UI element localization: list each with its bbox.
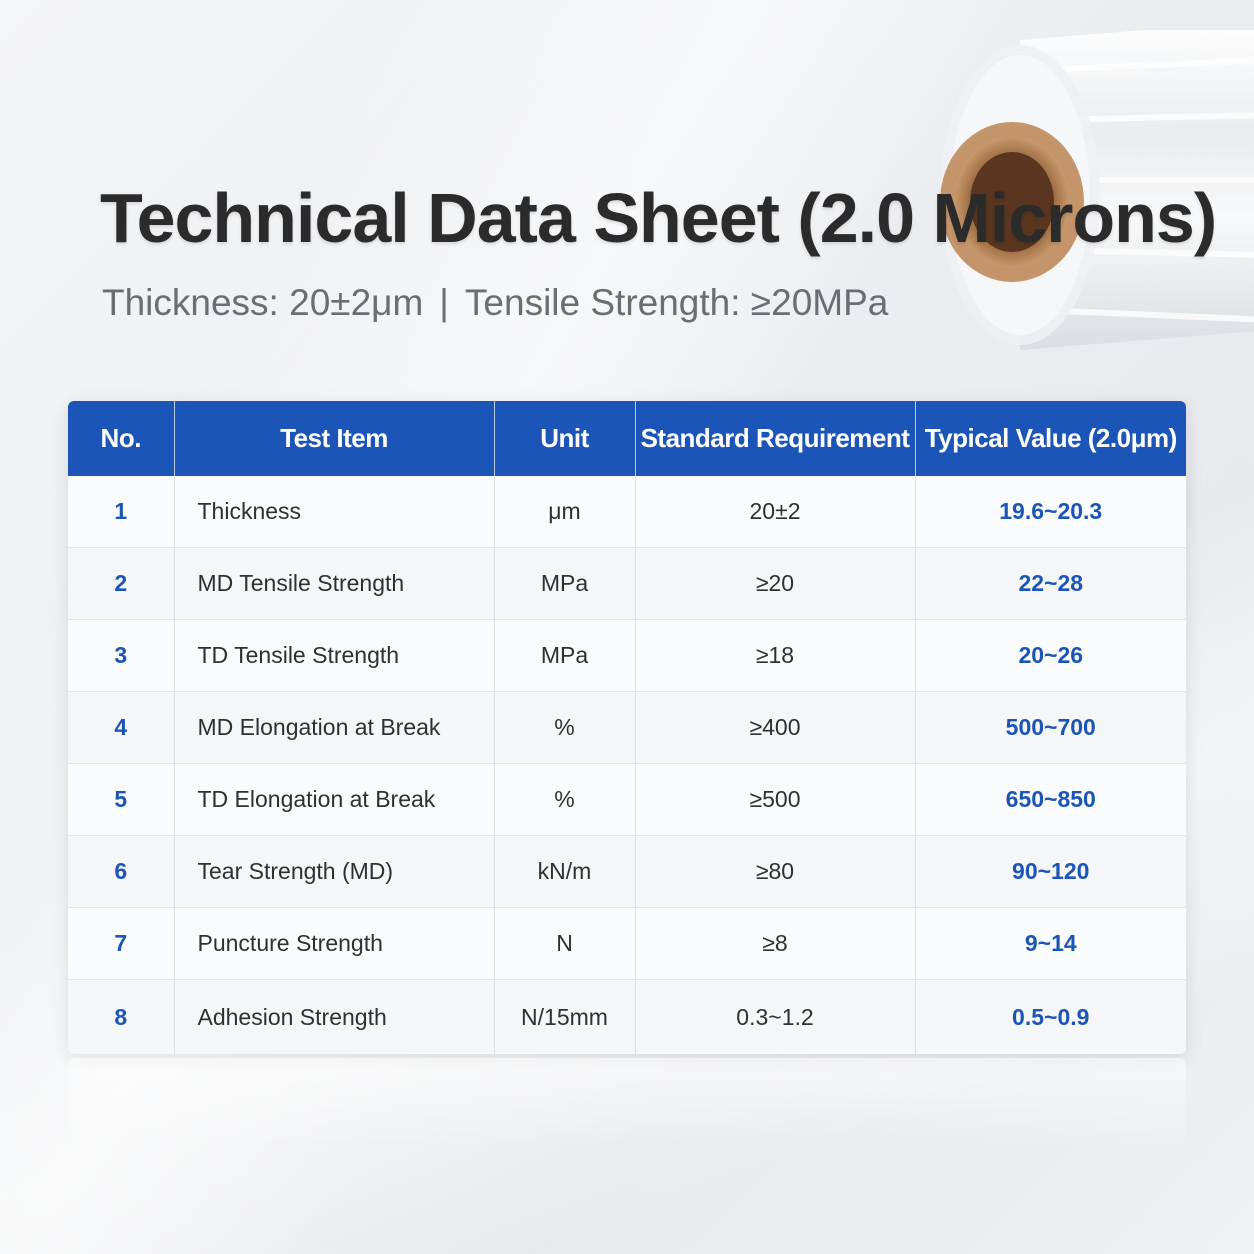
header-standard-requirement: Standard Requirement [635, 401, 916, 476]
cell-test-item: Adhesion Strength [174, 979, 495, 1054]
cell-standard: ≥80 [635, 835, 916, 908]
cell-test-item: TD Elongation at Break [174, 763, 495, 836]
cell-no: 1 [68, 476, 175, 548]
data-table: No. Test Item Unit Standard Requirement … [68, 401, 1186, 1054]
cell-standard: ≥20 [635, 547, 916, 620]
cell-test-item: Thickness [174, 476, 495, 548]
header-typical-value: Typical Value (2.0μm) [915, 401, 1186, 476]
cell-typical: 650~850 [915, 763, 1186, 836]
cell-typical: 19.6~20.3 [915, 476, 1186, 548]
header-test-item: Test Item [174, 401, 495, 476]
table-row: 1 Thickness μm 20±2 19.6~20.3 [68, 476, 1186, 548]
cell-typical: 500~700 [915, 691, 1186, 764]
page-title: Technical Data Sheet (2.0 Microns) [100, 179, 1217, 257]
cell-standard: ≥8 [635, 907, 916, 980]
cell-typical: 0.5~0.9 [915, 979, 1186, 1054]
cell-standard: ≥500 [635, 763, 916, 836]
table-row: 2 MD Tensile Strength MPa ≥20 22~28 [68, 547, 1186, 620]
cell-unit: % [494, 763, 636, 836]
cell-no: 8 [68, 979, 175, 1054]
cell-typical: 9~14 [915, 907, 1186, 980]
cell-unit: MPa [494, 619, 636, 692]
cell-no: 6 [68, 835, 175, 908]
cell-test-item: TD Tensile Strength [174, 619, 495, 692]
cell-unit: MPa [494, 547, 636, 620]
cell-unit: μm [494, 476, 636, 548]
header-unit: Unit [494, 401, 636, 476]
cell-typical: 20~26 [915, 619, 1186, 692]
cell-typical: 90~120 [915, 835, 1186, 908]
subtitle-thickness: Thickness: 20±2μm [102, 282, 424, 323]
cell-test-item: Puncture Strength [174, 907, 495, 980]
cell-standard: ≥18 [635, 619, 916, 692]
table-reflection [68, 1058, 1186, 1148]
cell-no: 2 [68, 547, 175, 620]
table-row: 3 TD Tensile Strength MPa ≥18 20~26 [68, 619, 1186, 692]
cell-no: 4 [68, 691, 175, 764]
cell-no: 7 [68, 907, 175, 980]
table-row: 4 MD Elongation at Break % ≥400 500~700 [68, 691, 1186, 764]
header-no: No. [68, 401, 175, 476]
cell-standard: 0.3~1.2 [635, 979, 916, 1054]
subtitle-separator: | [439, 282, 449, 323]
table-row: 6 Tear Strength (MD) kN/m ≥80 90~120 [68, 835, 1186, 908]
cell-no: 5 [68, 763, 175, 836]
subtitle-tensile: Tensile Strength: ≥20MPa [464, 282, 889, 323]
table-header-row: No. Test Item Unit Standard Requirement … [68, 401, 1186, 476]
cell-test-item: Tear Strength (MD) [174, 835, 495, 908]
cell-test-item: MD Tensile Strength [174, 547, 495, 620]
cell-unit: % [494, 691, 636, 764]
cell-test-item: MD Elongation at Break [174, 691, 495, 764]
cell-no: 3 [68, 619, 175, 692]
cell-unit: N/15mm [494, 979, 636, 1054]
cell-unit: kN/m [494, 835, 636, 908]
table-row: 8 Adhesion Strength N/15mm 0.3~1.2 0.5~0… [68, 979, 1186, 1054]
cell-typical: 22~28 [915, 547, 1186, 620]
table-row: 5 TD Elongation at Break % ≥500 650~850 [68, 763, 1186, 836]
data-table-container: No. Test Item Unit Standard Requirement … [68, 401, 1186, 1054]
cell-unit: N [494, 907, 636, 980]
cell-standard: 20±2 [635, 476, 916, 548]
cell-standard: ≥400 [635, 691, 916, 764]
page-subtitle: Thickness: 20±2μm | Tensile Strength: ≥20M… [102, 282, 888, 324]
table-row: 7 Puncture Strength N ≥8 9~14 [68, 907, 1186, 980]
